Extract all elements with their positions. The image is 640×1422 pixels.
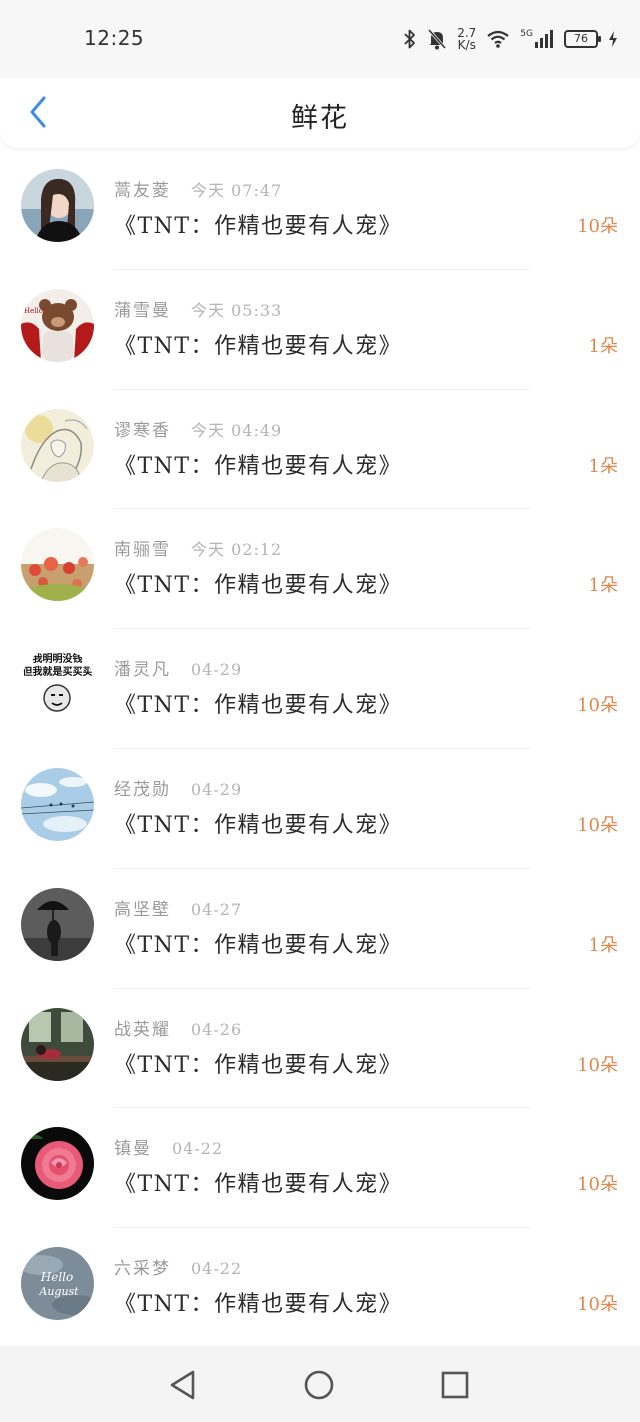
- avatar[interactable]: [21, 408, 94, 482]
- page-header: 鲜花: [0, 78, 640, 148]
- timestamp: 04-29: [191, 660, 243, 680]
- record-meta: 潘灵凡 04-29: [114, 655, 242, 680]
- avatar[interactable]: Hello August: [21, 1247, 94, 1321]
- record-meta: 镇曼 04-22: [114, 1134, 223, 1159]
- mute-bell-icon: [427, 28, 447, 50]
- avatar[interactable]: [21, 887, 94, 961]
- list-item[interactable]: 战英耀 04-26 《TNT：作精也要有人宠》 10朵: [0, 989, 640, 1109]
- record-meta: 高坚壁 04-27: [114, 895, 242, 920]
- timestamp: 今天 05:33: [191, 300, 283, 320]
- list-item[interactable]: 高坚壁 04-27 《TNT：作精也要有人宠》 1朵: [0, 869, 640, 989]
- nav-back-button[interactable]: [166, 1368, 200, 1402]
- timestamp: 04-22: [191, 1259, 243, 1279]
- book-title: 《TNT：作精也要有人宠》: [114, 1172, 403, 1198]
- flower-count: 10朵: [577, 216, 618, 237]
- record-meta: 蒿友菱 今天 07:47: [114, 176, 282, 201]
- august-text-line2: August: [38, 1285, 79, 1298]
- wifi-icon: [486, 29, 510, 49]
- user-name: 蒲雪曼: [114, 300, 171, 321]
- flower-count: 1朵: [588, 934, 618, 956]
- network-speed: 2.7 K/s: [457, 27, 476, 51]
- user-name: 蒿友菱: [114, 181, 171, 201]
- flower-count: 1朵: [588, 455, 618, 477]
- network-type-label: 5G: [520, 29, 533, 39]
- record-meta: 六采梦 04-22: [114, 1254, 242, 1279]
- timestamp: 今天 02:12: [191, 540, 283, 560]
- book-title: 《TNT：作精也要有人宠》: [114, 214, 403, 239]
- recents-square-icon: [441, 1371, 469, 1399]
- list-item[interactable]: 蒿友菱 今天 07:47 《TNT：作精也要有人宠》 10朵: [0, 150, 640, 270]
- charging-icon: [608, 30, 618, 48]
- user-name: 六采梦: [114, 1259, 171, 1280]
- user-name: 高坚壁: [114, 899, 171, 920]
- avatar[interactable]: Hello!: [21, 288, 94, 362]
- signal-icon: 5G: [520, 29, 554, 49]
- flower-count: 10朵: [577, 695, 618, 717]
- status-time: 12:25: [84, 26, 145, 50]
- avatar[interactable]: [21, 1127, 94, 1201]
- list-item[interactable]: 南骊雪 今天 02:12 《TNT：作精也要有人宠》 1朵: [0, 509, 640, 630]
- avatar[interactable]: 我明明没钱 但我就是买买买: [21, 648, 94, 722]
- timestamp: 04-27: [191, 899, 243, 919]
- status-bar: 12:25 2.7 K/s 5G 76: [0, 0, 640, 78]
- home-circle-icon: [304, 1370, 334, 1400]
- flower-count: 1朵: [588, 335, 618, 357]
- book-title: 《TNT：作精也要有人宠》: [114, 693, 403, 719]
- list-item[interactable]: Hello! 蒲雪曼 今天 05:33 《TNT：作精也要有人宠》 1朵: [0, 270, 640, 390]
- meme-text-line1: 我明明没钱: [33, 652, 83, 665]
- book-title: 《TNT：作精也要有人宠》: [114, 932, 403, 958]
- meme-text-line2: 但我就是买买买: [22, 665, 93, 678]
- flower-count: 10朵: [577, 814, 618, 836]
- august-text-line1: Hello: [40, 1270, 73, 1284]
- user-name: 谬寒香: [114, 420, 171, 441]
- battery-indicator: 76: [564, 30, 601, 48]
- timestamp: 04-26: [191, 1019, 243, 1039]
- list-item[interactable]: Hello August 六采梦 04-22 《TNT：作精也要有人宠》 10朵: [0, 1228, 640, 1348]
- avatar[interactable]: [21, 169, 94, 242]
- list-item[interactable]: 谬寒香 今天 04:49 《TNT：作精也要有人宠》 1朵: [0, 390, 640, 510]
- page-title: 鲜花: [291, 103, 349, 134]
- timestamp: 04-22: [172, 1139, 224, 1159]
- bluetooth-icon: [403, 28, 417, 50]
- bear-tag-text: Hello!: [24, 307, 46, 315]
- network-speed-unit: K/s: [457, 38, 476, 52]
- list-item[interactable]: 我明明没钱 但我就是买买买 潘灵凡 04-29 《TNT：作精也要有人宠》 10…: [0, 629, 640, 749]
- flower-record-list: 蒿友菱 今天 07:47 《TNT：作精也要有人宠》 10朵 Hello! 蒲雪…: [0, 150, 640, 1348]
- record-meta: 蒲雪曼 今天 05:33: [114, 296, 282, 321]
- timestamp: 04-29: [191, 779, 243, 799]
- record-meta: 谬寒香 今天 04:49: [114, 416, 282, 441]
- book-title: 《TNT：作精也要有人宠》: [114, 333, 403, 359]
- flower-count: 10朵: [577, 1174, 618, 1196]
- nav-home-button[interactable]: [302, 1368, 336, 1402]
- user-name: 南骊雪: [114, 540, 171, 561]
- status-icons: 2.7 K/s 5G 76: [403, 24, 618, 54]
- nav-recents-button[interactable]: [438, 1368, 472, 1402]
- user-name: 镇曼: [114, 1139, 152, 1160]
- record-meta: 南骊雪 今天 02:12: [114, 535, 282, 560]
- user-name: 战英耀: [114, 1019, 171, 1040]
- avatar[interactable]: [21, 767, 94, 841]
- avatar[interactable]: [21, 1007, 94, 1081]
- avatar[interactable]: [21, 528, 94, 602]
- book-title: 《TNT：作精也要有人宠》: [114, 573, 403, 599]
- system-navigation-bar: [0, 1346, 640, 1422]
- screen: 12:25 2.7 K/s 5G 76 鲜花 蒿友菱 今天 07:47 《TNT…: [0, 0, 640, 1422]
- back-triangle-icon: [170, 1370, 195, 1400]
- book-title: 《TNT：作精也要有人宠》: [114, 1292, 403, 1318]
- list-item[interactable]: 经茂勋 04-29 《TNT：作精也要有人宠》 10朵: [0, 749, 640, 869]
- list-item[interactable]: 镇曼 04-22 《TNT：作精也要有人宠》 10朵: [0, 1108, 640, 1229]
- flower-count: 1朵: [588, 575, 618, 597]
- flower-count: 10朵: [577, 1054, 618, 1076]
- user-name: 经茂勋: [114, 779, 171, 800]
- book-title: 《TNT：作精也要有人宠》: [114, 453, 403, 479]
- flower-count: 10朵: [577, 1294, 618, 1316]
- record-meta: 战英耀 04-26: [114, 1015, 242, 1040]
- record-meta: 经茂勋 04-29: [114, 775, 242, 800]
- user-name: 潘灵凡: [114, 660, 171, 681]
- book-title: 《TNT：作精也要有人宠》: [114, 812, 403, 838]
- timestamp: 今天 07:47: [191, 181, 283, 200]
- book-title: 《TNT：作精也要有人宠》: [114, 1052, 403, 1078]
- timestamp: 今天 04:49: [191, 420, 283, 440]
